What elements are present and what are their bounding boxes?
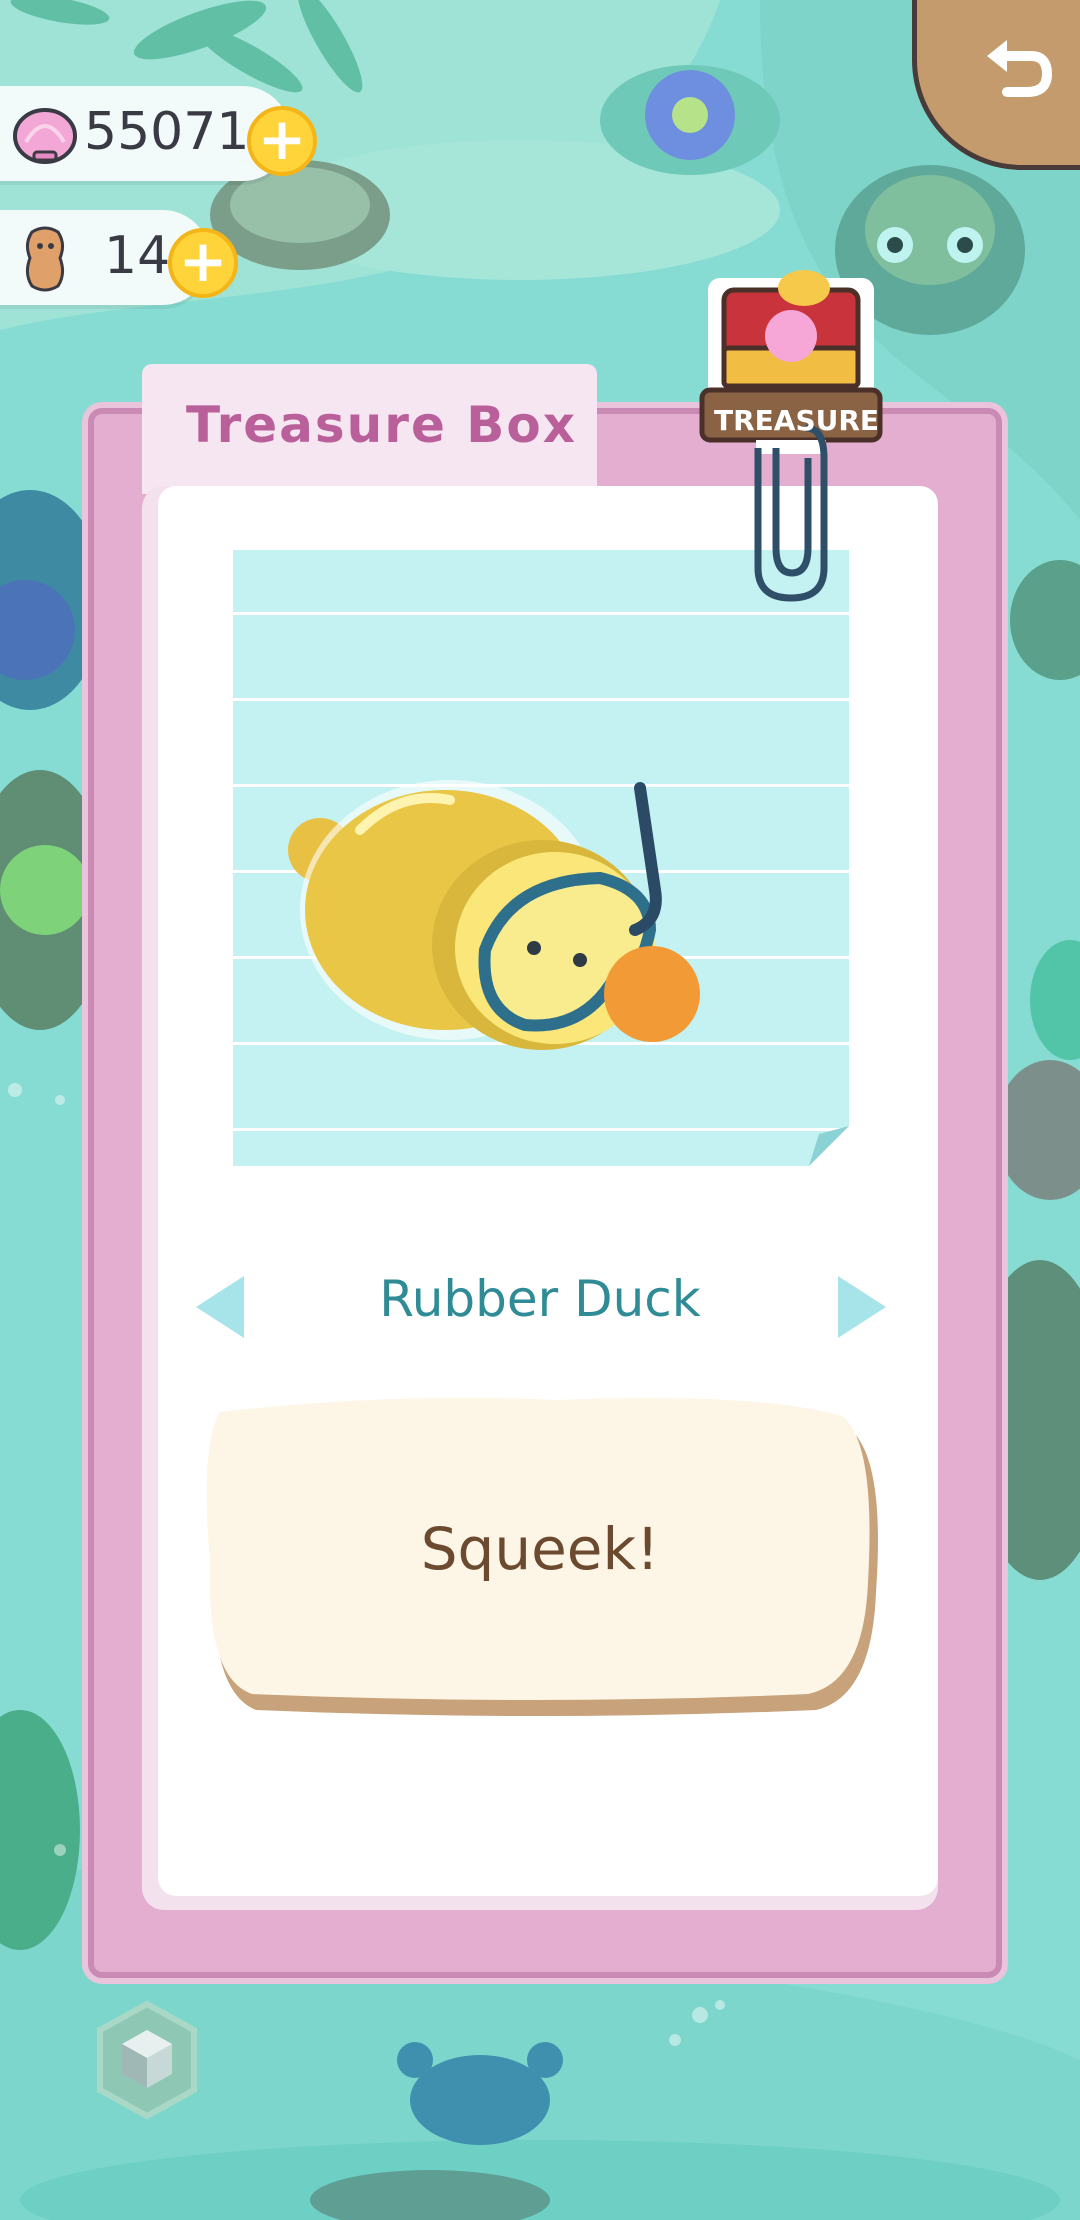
shell-currency-pill: 55071 — [0, 86, 290, 181]
buy-peanuts-button[interactable]: + — [168, 228, 238, 298]
undo-arrow-icon — [987, 40, 1053, 97]
pink-shell-icon — [13, 108, 77, 164]
rubber-duck-snorkel-icon — [288, 780, 700, 1050]
peanut-icon — [25, 226, 65, 292]
buy-shells-button[interactable]: + — [247, 106, 317, 176]
hexagon-cube-icon[interactable] — [92, 2000, 202, 2120]
item-name-label: Rubber Duck — [379, 1270, 701, 1328]
paper-fold-corner — [809, 1126, 849, 1166]
treasure-badge-label: TREASURE — [714, 404, 880, 437]
right-triangle-icon[interactable] — [834, 1272, 890, 1342]
treasure-box-title: Treasure Box — [186, 396, 577, 454]
item-description: Squeek! — [420, 1515, 660, 1583]
shell-count: 55071 — [84, 102, 250, 162]
peanut-count: 14 — [104, 226, 171, 286]
